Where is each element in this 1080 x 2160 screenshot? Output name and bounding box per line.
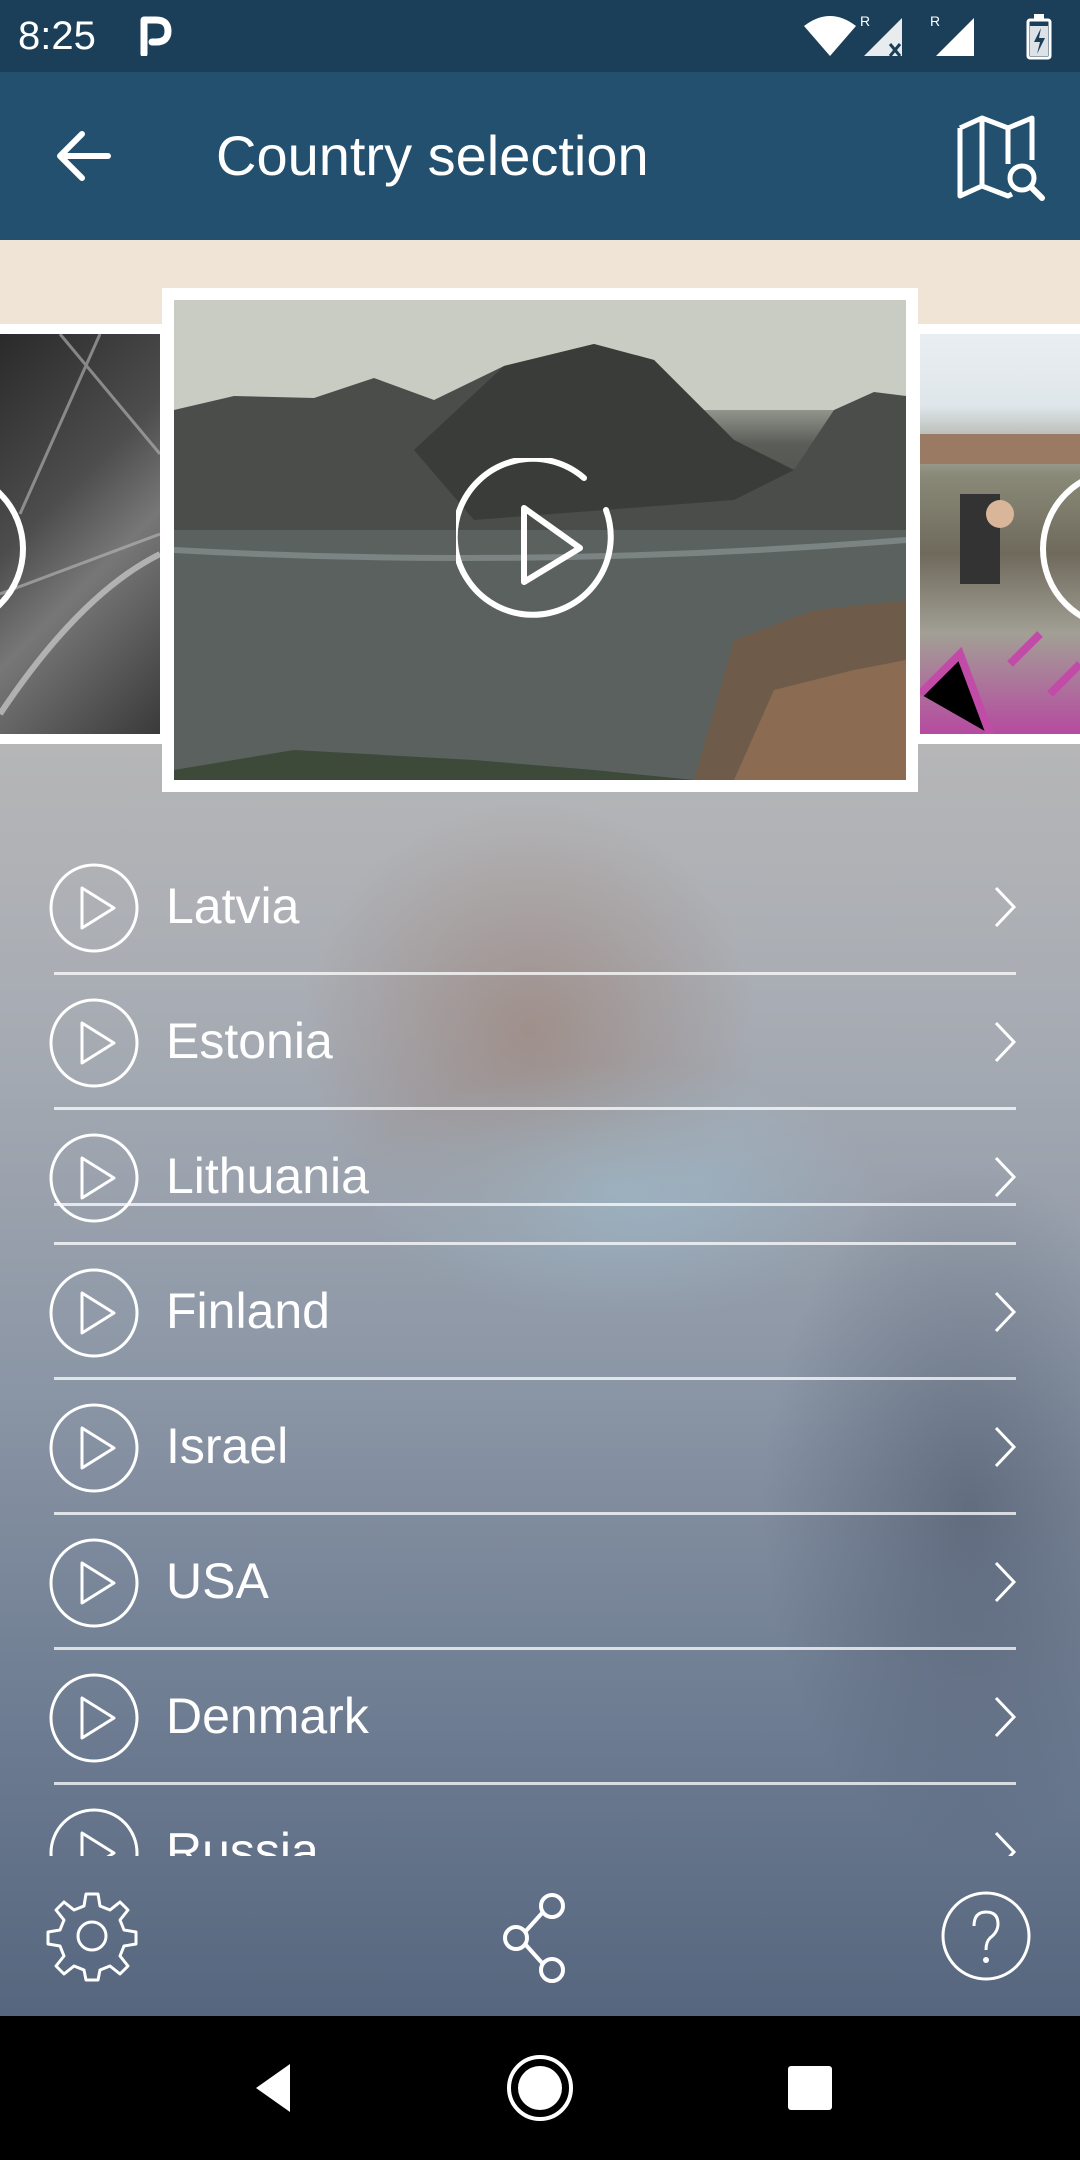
app-bar: Country selection <box>0 72 1080 240</box>
divider <box>54 1107 1016 1110</box>
list-item[interactable]: USA <box>0 1515 1080 1650</box>
status-bar: 8:25 R R <box>0 0 1080 72</box>
play-circle-icon[interactable] <box>48 1402 140 1494</box>
recents-square-icon[interactable] <box>774 2052 846 2124</box>
battery-charging-icon <box>1026 14 1052 60</box>
chevron-right-icon <box>994 1291 1017 1333</box>
country-label: Israel <box>166 1418 289 1474</box>
play-circle-icon[interactable] <box>456 458 626 628</box>
back-arrow-icon[interactable] <box>40 112 130 202</box>
country-label: Lithuania <box>166 1148 369 1204</box>
svg-text:R: R <box>930 13 940 29</box>
svg-text:R: R <box>860 13 870 29</box>
country-label: Denmark <box>166 1688 369 1744</box>
parking-p-icon <box>140 16 172 56</box>
carousel-item-left[interactable] <box>0 324 166 744</box>
gear-icon[interactable] <box>44 1888 140 1984</box>
country-label: Finland <box>166 1283 330 1339</box>
chevron-right-icon <box>994 1426 1017 1468</box>
list-item[interactable]: Israel <box>0 1380 1080 1515</box>
list-item[interactable]: Russia <box>0 1785 1080 1856</box>
play-circle-icon <box>1040 479 1080 619</box>
divider <box>54 972 1016 975</box>
country-label: Estonia <box>166 1013 333 1069</box>
divider <box>54 1647 1016 1650</box>
map-search-icon[interactable] <box>952 110 1048 206</box>
home-circle-icon[interactable] <box>504 2052 576 2124</box>
country-label: USA <box>166 1553 269 1609</box>
play-circle-icon[interactable] <box>48 1672 140 1764</box>
country-list: Latvia Estonia Lithuania Finland Israel <box>0 840 1080 1856</box>
status-time: 8:25 <box>18 14 96 58</box>
list-item[interactable]: Finland <box>0 1245 1080 1380</box>
play-circle-icon[interactable] <box>48 1537 140 1629</box>
list-item[interactable]: Estonia <box>0 975 1080 1110</box>
chevron-right-icon <box>994 1831 1017 1856</box>
country-label: Russia <box>166 1823 319 1856</box>
webcam-thumbnail <box>174 300 906 780</box>
play-circle-icon[interactable] <box>48 1132 140 1224</box>
play-circle-icon[interactable] <box>48 997 140 1089</box>
chevron-right-icon <box>994 886 1017 928</box>
divider <box>54 1782 1016 1785</box>
country-label: Latvia <box>166 878 300 934</box>
divider <box>54 1242 1016 1245</box>
signal-roaming-x-icon: R <box>860 13 902 57</box>
system-nav-bar <box>0 2016 1080 2160</box>
chevron-right-icon <box>994 1696 1017 1738</box>
divider <box>54 1512 1016 1515</box>
chevron-right-icon <box>994 1156 1017 1198</box>
share-icon[interactable] <box>492 1888 588 1984</box>
status-icons: R R <box>804 13 1052 60</box>
play-circle-icon <box>0 489 26 609</box>
chevron-right-icon <box>994 1021 1017 1063</box>
signal-roaming-icon: R <box>930 13 974 56</box>
wifi-icon <box>804 16 856 56</box>
chevron-right-icon <box>994 1561 1017 1603</box>
list-item[interactable]: Lithuania <box>0 1110 1080 1245</box>
carousel-item-right[interactable] <box>914 324 1080 744</box>
play-circle-icon[interactable] <box>48 1807 140 1856</box>
help-circle-icon[interactable] <box>938 1888 1034 1984</box>
main-content: Latvia Estonia Lithuania Finland Israel <box>0 240 1080 2016</box>
page-title: Country selection <box>216 124 649 187</box>
list-item[interactable]: Latvia <box>0 840 1080 975</box>
carousel-item-center[interactable] <box>162 288 918 792</box>
divider <box>54 1377 1016 1380</box>
play-circle-icon[interactable] <box>48 1267 140 1359</box>
play-circle-icon[interactable] <box>48 862 140 954</box>
list-item[interactable]: Denmark <box>0 1650 1080 1785</box>
back-triangle-icon[interactable] <box>240 2052 312 2124</box>
